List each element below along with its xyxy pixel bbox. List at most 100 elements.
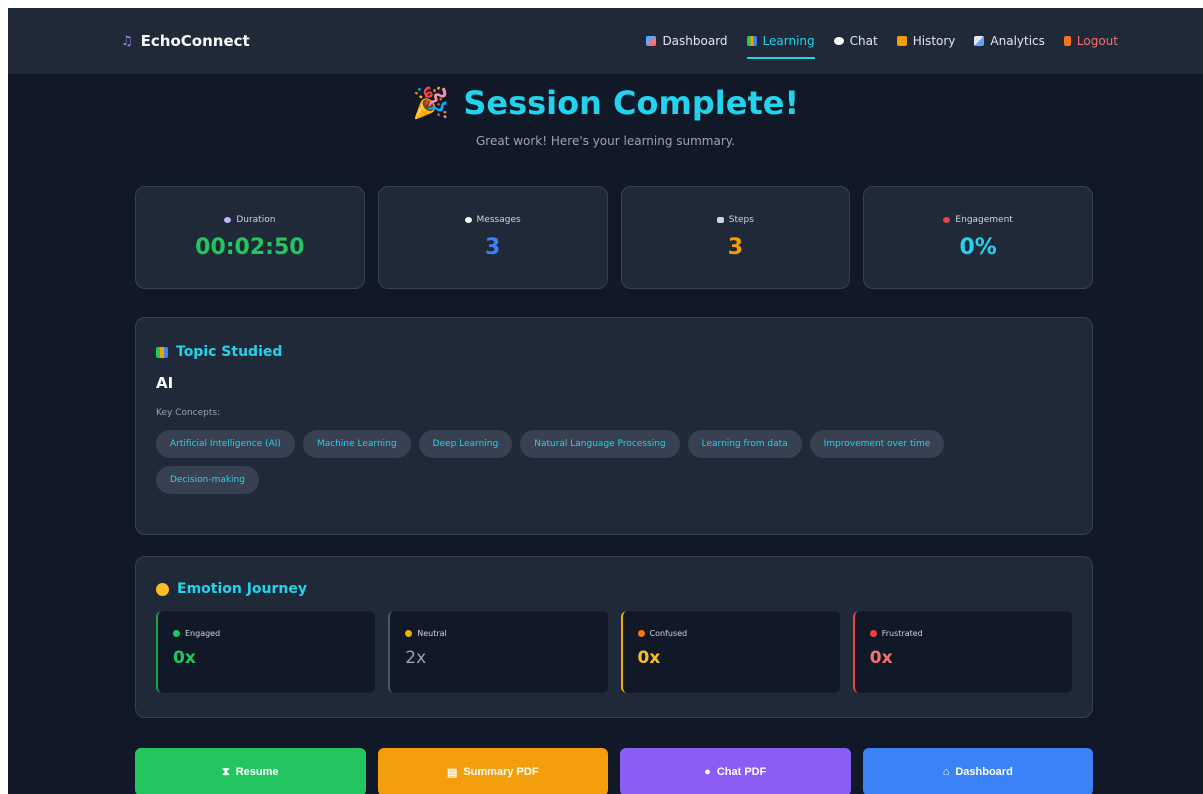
dashboard-button[interactable]: ⌂ Dashboard — [862, 748, 1093, 794]
stat-label: Messages — [464, 215, 521, 225]
emotion-journey-panel: Emotion Journey Engaged 0x Neutral 2x Co… — [135, 556, 1093, 718]
emotion-label: Engaged — [173, 629, 360, 638]
stat-label: Engagement — [943, 215, 1013, 225]
stat-label: Duration — [224, 215, 275, 225]
books-icon — [746, 36, 757, 46]
emotion-label-text: Frustrated — [881, 629, 923, 638]
emotion-label-text: Engaged — [185, 629, 221, 638]
stat-value: 3 — [727, 235, 744, 260]
emotion-label-text: Neutral — [417, 629, 447, 638]
chat-pdf-button[interactable]: ● Chat PDF — [620, 748, 851, 794]
emotion-count: 0x — [637, 648, 661, 668]
scroll-icon — [896, 36, 907, 46]
concept-chips: Artificial Intelligence (AI) Machine Lea… — [156, 430, 1036, 494]
dashboard-button-label: Dashboard — [955, 766, 1013, 778]
bar-chart-icon — [974, 36, 985, 46]
nav-item-logout[interactable]: Logout — [1063, 26, 1118, 56]
stat-card-duration: Duration 00:02:50 — [135, 186, 365, 289]
navbar: ♫ EchoConnect Dashboard Learning Chat Hi… — [8, 8, 1203, 74]
concept-chip: Natural Language Processing — [520, 430, 680, 458]
nav-item-history[interactable]: History — [896, 26, 956, 56]
chart-icon — [646, 36, 657, 46]
nav-label: Analytics — [990, 34, 1045, 48]
concept-chip: Deep Learning — [418, 430, 513, 458]
app-window: ♫ EchoConnect Dashboard Learning Chat Hi… — [8, 8, 1203, 794]
stat-label-text: Duration — [236, 215, 276, 225]
nav-label: Logout — [1076, 34, 1118, 48]
hourglass-icon: ⧗ — [221, 765, 230, 778]
stat-value: 3 — [484, 235, 501, 260]
emotion-count: 0x — [173, 648, 196, 668]
stat-card-engagement: Engagement 0% — [863, 186, 1093, 289]
brand-name: EchoConnect — [140, 32, 250, 50]
page-title-text: Session Complete! — [463, 84, 800, 122]
books-icon — [156, 346, 168, 358]
smiley-icon — [156, 582, 169, 596]
nav-links: Dashboard Learning Chat History Analytic… — [646, 26, 1118, 59]
summary-pdf-button[interactable]: ▤ Summary PDF — [377, 748, 608, 794]
emotion-label: Neutral — [405, 629, 592, 638]
emotion-label: Frustrated — [869, 629, 1057, 638]
nav-item-learning[interactable]: Learning — [746, 26, 815, 59]
stat-card-steps: Steps 3 — [620, 186, 851, 289]
nav-item-chat[interactable]: Chat — [833, 26, 878, 56]
emotion-card-confused: Confused 0x — [620, 611, 840, 693]
brand[interactable]: ♫ EchoConnect — [121, 32, 250, 50]
emotion-card-frustrated: Frustrated 0x — [852, 611, 1072, 693]
chat-pdf-button-label: Chat PDF — [716, 766, 767, 778]
emotion-count: 0x — [869, 648, 893, 668]
emotion-card-engaged: Engaged 0x — [156, 611, 376, 693]
emotion-count: 2x — [405, 648, 427, 668]
emotion-panel-title-text: Emotion Journey — [177, 581, 308, 597]
stat-label-text: Engagement — [955, 215, 1013, 225]
concept-chip: Machine Learning — [302, 430, 411, 458]
nav-label: Chat — [849, 34, 878, 48]
action-buttons: ⧗ Resume ▤ Summary PDF ● Chat PDF ⌂ Dash… — [135, 748, 1093, 794]
timer-icon — [224, 217, 232, 223]
key-concepts-label: Key Concepts: — [156, 408, 221, 418]
nav-label: History — [912, 34, 956, 48]
page-header: 🎉 Session Complete! Great work! Here's y… — [8, 84, 1203, 148]
speech-bubble-icon — [464, 217, 472, 223]
concept-chip: Decision-making — [156, 466, 259, 494]
emotion-panel-title: Emotion Journey — [156, 581, 1072, 597]
topic-panel-title: Topic Studied — [156, 344, 1072, 360]
stats-row: Duration 00:02:50 Messages 3 Steps 3 Eng… — [135, 186, 1093, 289]
stat-label-text: Steps — [728, 215, 754, 225]
page-subtitle: Great work! Here's your learning summary… — [475, 134, 735, 148]
brand-logo-icon: ♫ — [121, 33, 133, 49]
stat-card-messages: Messages 3 — [377, 186, 608, 289]
yellow-circle-icon — [405, 630, 413, 637]
stat-value: 0% — [959, 235, 997, 260]
speech-bubble-icon: ● — [704, 766, 711, 778]
resume-button-label: Resume — [235, 766, 279, 778]
nav-label: Learning — [762, 34, 815, 48]
concept-chip: Improvement over time — [809, 430, 945, 458]
screenshot-frame: ♫ EchoConnect Dashboard Learning Chat Hi… — [0, 0, 1203, 794]
stat-label-text: Messages — [476, 215, 521, 225]
document-icon: ▤ — [446, 766, 458, 779]
concept-chip: Artificial Intelligence (AI) — [156, 430, 295, 458]
emotion-label-text: Confused — [649, 629, 688, 638]
nav-item-dashboard[interactable]: Dashboard — [646, 26, 728, 56]
orange-circle-icon — [637, 630, 645, 637]
emotion-cards: Engaged 0x Neutral 2x Confused 0x Frustr… — [156, 611, 1072, 693]
concept-chip: Learning from data — [687, 430, 802, 458]
emotion-label: Confused — [637, 629, 825, 638]
red-circle-icon — [869, 630, 877, 637]
nav-item-analytics[interactable]: Analytics — [974, 26, 1045, 56]
stat-label: Steps — [716, 215, 754, 225]
emotion-card-neutral: Neutral 2x — [388, 611, 608, 693]
page-title: 🎉 Session Complete! — [412, 84, 799, 122]
topic-panel-title-text: Topic Studied — [176, 344, 283, 360]
clipboard-icon — [716, 217, 724, 223]
summary-pdf-button-label: Summary PDF — [463, 766, 539, 778]
green-circle-icon — [173, 630, 180, 637]
topic-panel: Topic Studied AI Key Concepts: Artificia… — [135, 317, 1093, 535]
resume-button[interactable]: ⧗ Resume — [135, 748, 366, 794]
door-icon — [1063, 36, 1071, 46]
party-popper-icon: 🎉 — [411, 85, 450, 121]
topic-name: AI — [156, 374, 174, 392]
target-icon — [943, 217, 951, 223]
nav-label: Dashboard — [662, 34, 728, 48]
